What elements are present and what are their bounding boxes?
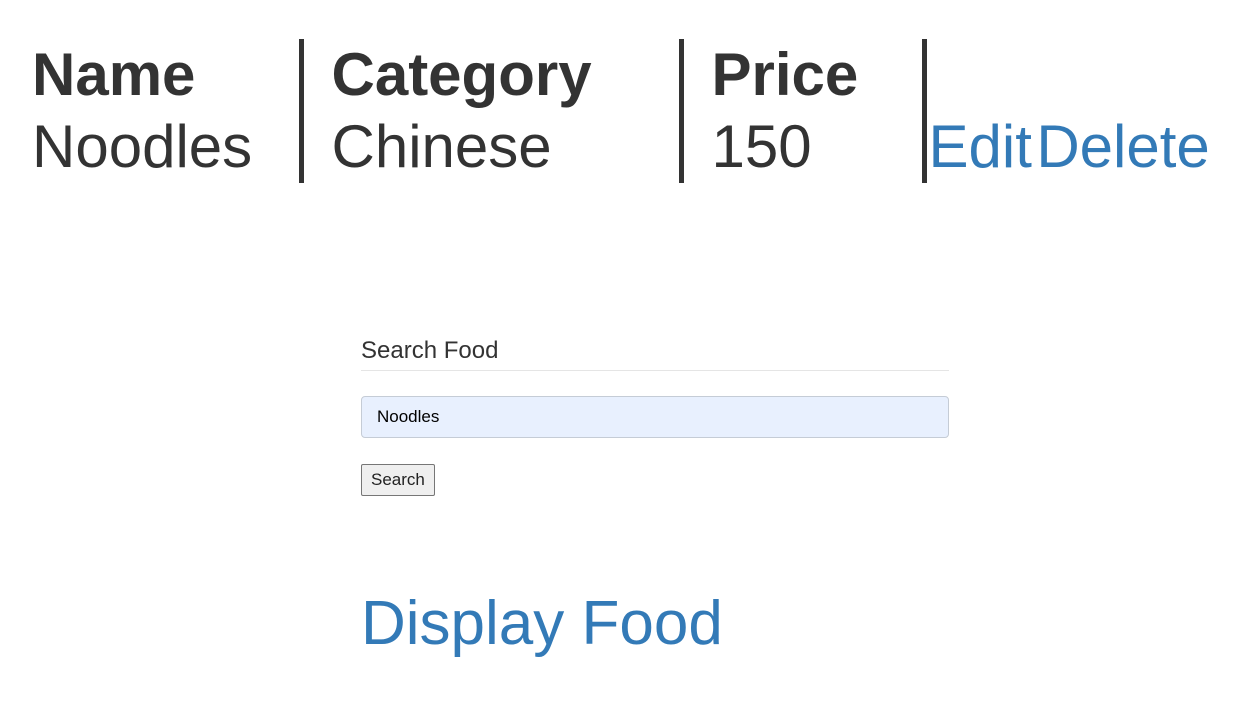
search-button[interactable]: Search bbox=[361, 464, 435, 496]
display-food-link[interactable]: Display Food bbox=[361, 586, 723, 662]
name-header: Name bbox=[32, 41, 196, 108]
food-name: Noodles bbox=[32, 113, 253, 180]
page: Name Noodles Category Chinese Price 150 … bbox=[0, 0, 1253, 722]
actions-header bbox=[929, 39, 1245, 111]
search-input[interactable] bbox=[361, 396, 949, 438]
food-category: Chinese bbox=[331, 113, 552, 180]
name-cell: Name Noodles bbox=[0, 39, 304, 183]
search-form: Search Food Search bbox=[361, 334, 949, 496]
edit-link[interactable]: Edit bbox=[929, 113, 1032, 180]
category-header: Category bbox=[331, 41, 592, 108]
delete-link[interactable]: Delete bbox=[1036, 113, 1209, 180]
search-legend: Search Food bbox=[361, 334, 949, 371]
actions-cell: Edit Delete bbox=[924, 39, 1244, 183]
price-cell: Price 150 bbox=[681, 39, 927, 183]
category-cell: Category Chinese bbox=[301, 39, 684, 183]
table-row: Name Noodles Category Chinese Price 150 … bbox=[0, 39, 1244, 183]
food-price: 150 bbox=[711, 113, 812, 180]
food-table: Name Noodles Category Chinese Price 150 … bbox=[0, 39, 1244, 183]
price-header: Price bbox=[711, 41, 859, 108]
